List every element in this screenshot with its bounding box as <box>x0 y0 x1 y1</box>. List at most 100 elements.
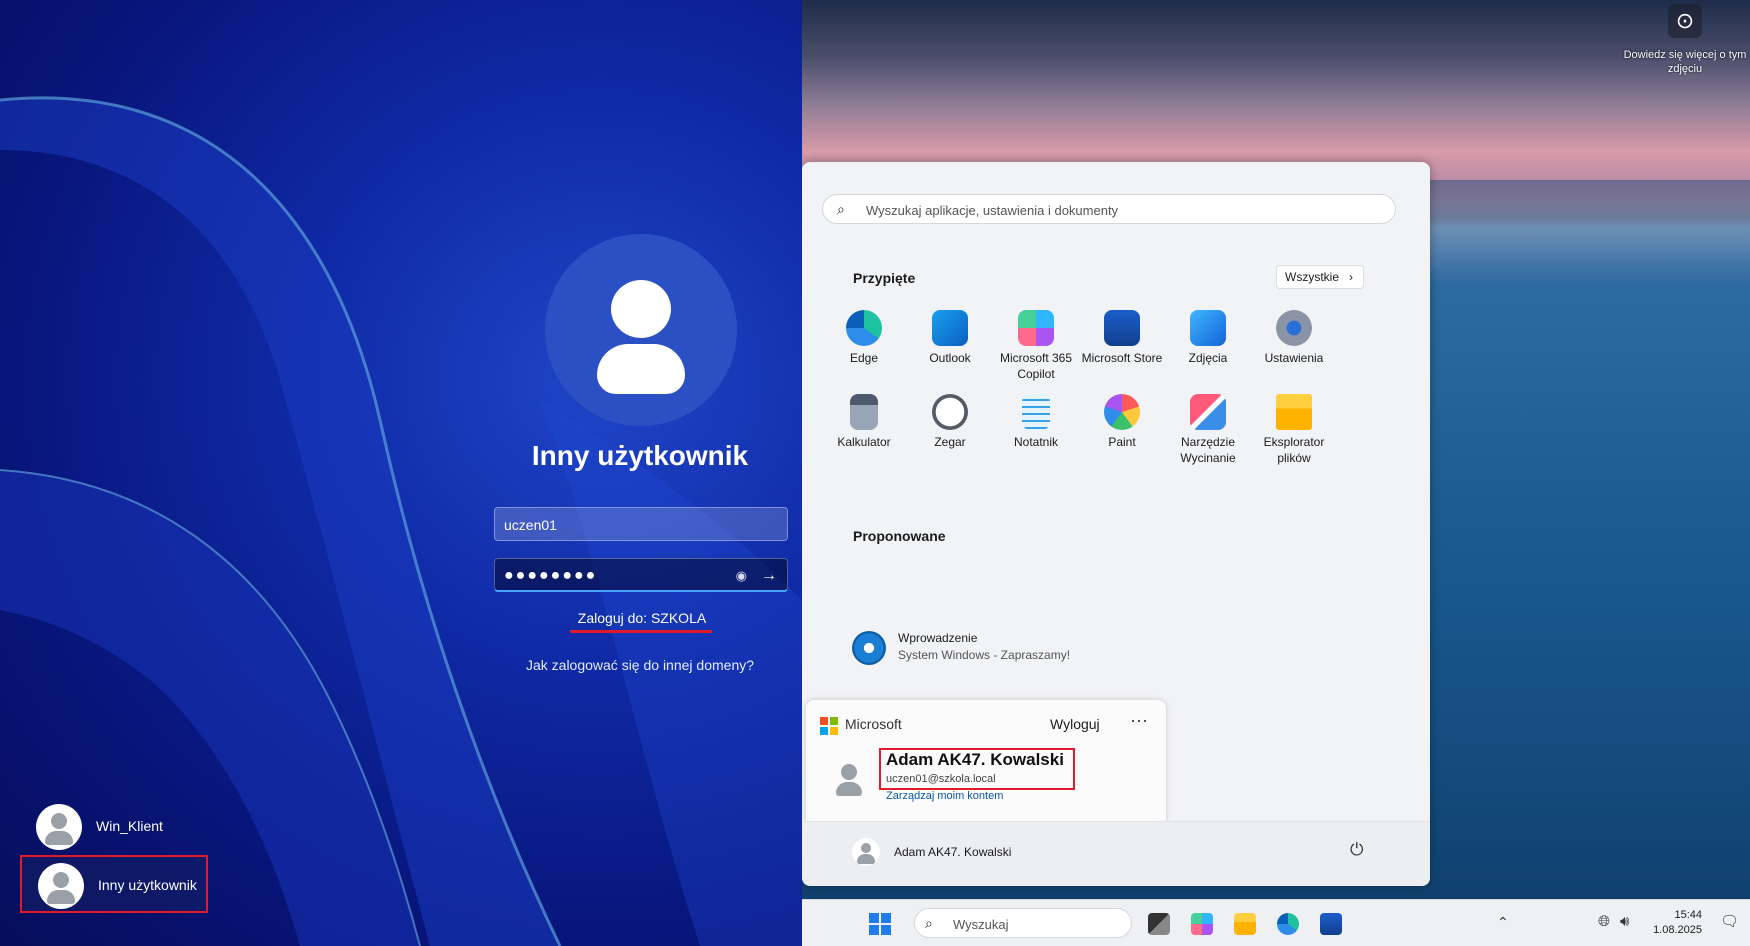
outlook-icon <box>932 310 968 346</box>
task-view-icon[interactable] <box>1148 913 1170 935</box>
notification-icon[interactable]: 🗨︎ <box>1720 912 1739 930</box>
notepad-icon <box>1022 394 1050 430</box>
calculator-icon <box>850 394 878 430</box>
app-label: Microsoft Store <box>1081 351 1163 365</box>
edge-icon <box>846 310 882 346</box>
arrow-right-icon[interactable]: → <box>761 559 777 593</box>
desktop: ⊙ Dowiedz się więcej o tym zdjęciu ⌕ Wys… <box>802 0 1750 946</box>
pinned-app-clock[interactable]: Zegar <box>902 394 998 450</box>
chevron-up-icon[interactable]: ⌃ <box>1497 914 1509 931</box>
store-icon[interactable] <box>1320 913 1342 935</box>
footer-user-name[interactable]: Adam AK47. Kowalski <box>894 845 1011 859</box>
file-explorer-icon[interactable] <box>1234 913 1256 935</box>
app-label: Notatnik <box>1013 435 1059 449</box>
photos-icon <box>1190 310 1226 346</box>
pinned-app-settings[interactable]: Ustawienia <box>1246 310 1342 366</box>
pinned-app-paint[interactable]: Paint <box>1074 394 1170 450</box>
clock-date: 1.08.2025 <box>1653 924 1702 936</box>
search-icon: ⌕ <box>925 915 933 931</box>
start-menu: ⌕ Wyszukaj aplikacje, ustawienia i dokum… <box>802 162 1430 886</box>
pinned-app-outlook[interactable]: Outlook <box>902 310 998 366</box>
microsoft-logo-icon <box>820 717 838 735</box>
user-avatar-icon <box>36 804 82 850</box>
account-avatar-icon <box>832 762 866 796</box>
recommended-item-subtitle: System Windows - Zapraszamy! <box>898 648 1071 662</box>
clock-time: 15:44 <box>1674 909 1702 921</box>
app-label: Microsoft 365 Copilot <box>999 351 1073 381</box>
search-placeholder: Wyszukaj aplikacje, ustawienia i dokumen… <box>866 203 1119 218</box>
account-name: Adam AK47. Kowalski <box>886 750 1064 769</box>
password-field[interactable]: ●●●●●●●● ◉ → <box>494 558 788 592</box>
pinned-app-edge[interactable]: Edge <box>816 310 912 366</box>
power-icon[interactable]: ⏻ <box>1350 840 1363 860</box>
get-started-icon <box>852 631 886 665</box>
eye-icon[interactable]: ◉ <box>736 559 747 593</box>
other-domain-link[interactable]: Jak zalogować się do innej domeny? <box>480 657 800 673</box>
snipping-tool-icon <box>1190 394 1226 430</box>
search-icon: ⌕ <box>837 201 845 217</box>
footer-avatar-icon[interactable] <box>852 838 880 866</box>
app-label: Narzędzie Wycinanie <box>1180 435 1236 465</box>
clock-icon <box>932 394 968 430</box>
user-tile-label: Inny użytkownik <box>98 877 197 893</box>
chevron-right-icon: › <box>1349 270 1353 284</box>
pinned-app-snipping-tool[interactable]: Narzędzie Wycinanie <box>1160 394 1256 466</box>
account-email: uczen01@szkola.local <box>886 773 996 785</box>
login-user-heading: Inny użytkownik <box>531 440 749 471</box>
app-label: Zegar <box>934 435 966 449</box>
pinned-app-photos[interactable]: Zdjęcia <box>1160 310 1256 366</box>
edge-icon[interactable] <box>1277 913 1299 935</box>
learn-more-label[interactable]: Dowiedz się więcej o tym zdjęciu <box>1622 48 1748 76</box>
app-label: Ustawienia <box>1264 351 1324 365</box>
user-tile-label: Win_Klient <box>96 818 163 834</box>
windows-start-icon[interactable] <box>869 913 891 935</box>
all-apps-button[interactable]: Wszystkie › <box>1276 265 1364 289</box>
pinned-app-m365-copilot[interactable]: Microsoft 365 Copilot <box>988 310 1084 382</box>
recommended-item-title: Wprowadzenie <box>898 631 978 645</box>
pinned-app-store[interactable]: Microsoft Store <box>1074 310 1170 366</box>
account-flyout: Microsoft Wyloguj ··· Adam AK47. Kowalsk… <box>806 700 1166 826</box>
recommended-title: Proponowane <box>853 528 946 544</box>
app-label: Paint <box>1108 435 1136 449</box>
lock-screen: Inny użytkownik uczen01 ●●●●●●●● ◉ → Zal… <box>0 0 802 946</box>
taskbar-search-placeholder: Wyszukaj <box>953 917 1009 932</box>
password-mask: ●●●●●●●● <box>504 567 598 584</box>
username-field[interactable]: uczen01 <box>494 507 788 541</box>
start-search-input[interactable]: ⌕ Wyszukaj aplikacje, ustawienia i dokum… <box>822 194 1396 224</box>
m365-copilot-icon <box>1018 310 1054 346</box>
manage-account-link[interactable]: Zarządzaj moim kontem <box>886 790 1003 802</box>
pinned-app-calculator[interactable]: Kalkulator <box>816 394 912 450</box>
all-apps-label: Wszystkie <box>1285 270 1339 284</box>
more-options-button[interactable]: ··· <box>1130 710 1148 731</box>
taskbar-search-input[interactable]: ⌕ Wyszukaj <box>914 908 1132 938</box>
app-label: Eksplorator plików <box>1263 435 1325 465</box>
clock-display[interactable]: 15:44 1.08.2025 <box>1642 908 1702 938</box>
start-footer: Adam AK47. Kowalski ⏻ <box>802 821 1430 886</box>
app-label: Edge <box>849 351 879 365</box>
taskbar: ⌕ Wyszukaj ⌃ 🌐︎ 🔊︎ 15:44 1.08.2025 🗨︎ <box>802 899 1750 946</box>
app-label: Kalkulator <box>837 435 891 449</box>
recommended-item[interactable]: Wprowadzenie System Windows - Zapraszamy… <box>852 627 1152 667</box>
sign-out-button[interactable]: Wyloguj <box>1050 716 1100 732</box>
app-label: Outlook <box>929 351 971 365</box>
speaker-icon[interactable]: 🔊︎ <box>1620 913 1629 930</box>
settings-icon <box>1276 310 1312 346</box>
username-value: uczen01 <box>504 517 557 533</box>
m365-copilot-icon[interactable] <box>1191 913 1213 935</box>
highlight-underline <box>570 630 712 633</box>
globe-icon[interactable]: 🌐︎ <box>1598 913 1610 930</box>
file-explorer-icon <box>1276 394 1312 430</box>
user-tile-other-user[interactable]: Inny użytkownik <box>20 855 208 913</box>
camera-info-icon[interactable]: ⊙ <box>1668 4 1702 38</box>
pinned-title: Przypięte <box>853 270 916 286</box>
pinned-app-file-explorer[interactable]: Eksplorator plików <box>1246 394 1342 466</box>
store-icon <box>1104 310 1140 346</box>
user-avatar-icon <box>38 863 84 909</box>
sign-in-domain-label: Zaloguj do: SZKOLA <box>577 610 707 626</box>
user-avatar-large <box>545 234 737 426</box>
user-tile-win-klient[interactable]: Win_Klient <box>20 798 208 856</box>
paint-icon <box>1104 394 1140 430</box>
pinned-app-notepad[interactable]: Notatnik <box>988 394 1084 450</box>
microsoft-brand-label: Microsoft <box>845 716 902 732</box>
app-label: Zdjęcia <box>1188 351 1228 365</box>
